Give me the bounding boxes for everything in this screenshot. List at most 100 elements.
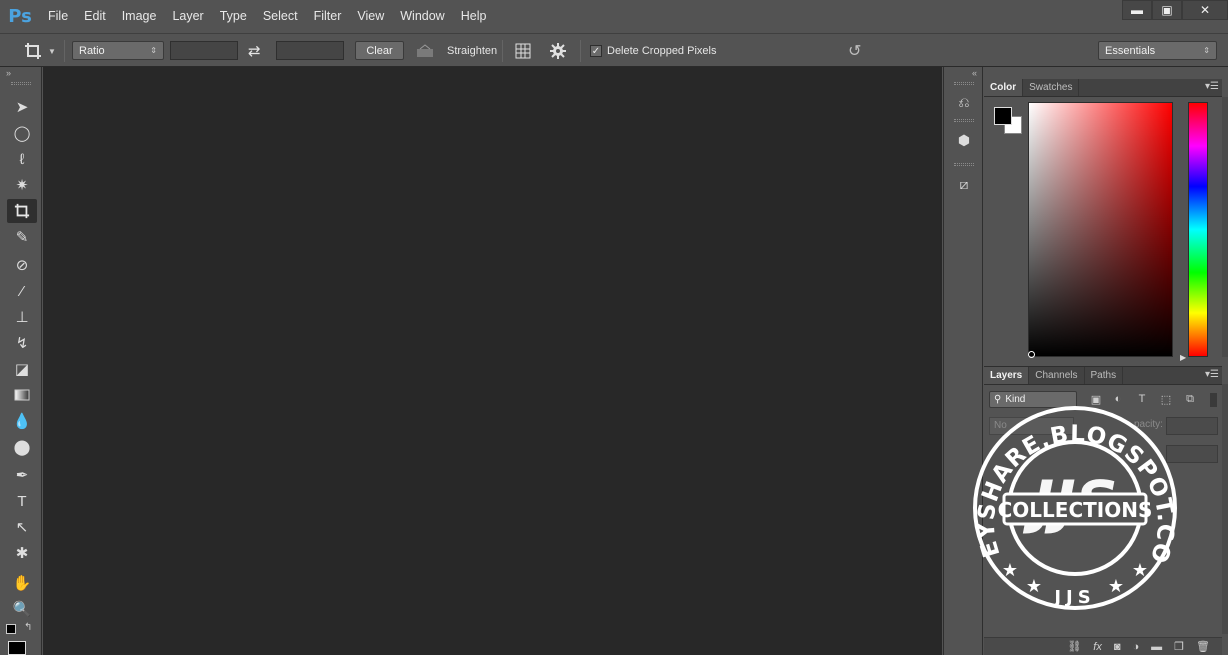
- hue-slider[interactable]: [1188, 102, 1208, 357]
- minimize-button[interactable]: ▬: [1122, 0, 1152, 20]
- lasso-tool-icon[interactable]: ℓ: [7, 147, 37, 171]
- height-input[interactable]: [276, 41, 344, 60]
- trash-icon[interactable]: 🗑: [1196, 640, 1210, 653]
- menu-filter[interactable]: Filter: [306, 0, 350, 33]
- color-panel: Color Swatches ▾☰ ▶: [984, 79, 1222, 364]
- eyedropper-tool-icon[interactable]: ✎: [7, 225, 37, 249]
- history-brush-tool-icon[interactable]: ↯: [7, 331, 37, 355]
- workspace-label: Essentials: [1105, 44, 1156, 57]
- tab-color[interactable]: Color: [984, 79, 1024, 96]
- properties-panel-icon[interactable]: ⬢: [950, 127, 978, 153]
- menu-select[interactable]: Select: [255, 0, 306, 33]
- checkmark-icon: ✓: [590, 45, 602, 57]
- layer-mask-icon[interactable]: ◙: [1114, 641, 1121, 653]
- clear-button[interactable]: Clear: [355, 41, 404, 60]
- zoom-tool-icon[interactable]: 🔍: [7, 597, 37, 621]
- swap-colors-icon[interactable]: ↰: [24, 622, 32, 633]
- eraser-tool-icon[interactable]: ◪: [7, 357, 37, 381]
- delete-cropped-checkbox[interactable]: ✓ Delete Cropped Pixels: [590, 40, 716, 62]
- updown-icon: ⇕: [150, 46, 157, 55]
- watermark-stamp: JOEYSHARE.BLOGSPOT.COM JJS COLLECTIONS J…: [958, 384, 1180, 612]
- color-panel-scrollbar[interactable]: [1222, 97, 1228, 357]
- foreground-color-swatch[interactable]: [994, 107, 1012, 125]
- tab-layers[interactable]: Layers: [984, 367, 1030, 384]
- history-panel-icon[interactable]: ⎌: [950, 89, 978, 115]
- expand-icon[interactable]: »: [6, 68, 11, 78]
- divider: [502, 40, 503, 62]
- fx-icon[interactable]: fx: [1093, 641, 1102, 653]
- straighten-icon[interactable]: [416, 40, 434, 62]
- panel-grip[interactable]: [954, 119, 974, 122]
- menu-view[interactable]: View: [349, 0, 392, 33]
- photoshop-logo: Ps: [8, 6, 32, 27]
- info-panel-icon[interactable]: ⧄: [950, 171, 978, 197]
- link-layers-icon[interactable]: ⛓: [1067, 640, 1081, 653]
- blur-tool-icon[interactable]: 💧: [7, 409, 37, 433]
- adjustment-layer-icon[interactable]: ◑: [1133, 641, 1140, 653]
- collapse-icon[interactable]: «: [972, 68, 977, 78]
- color-spectrum-field[interactable]: [1028, 102, 1173, 357]
- panel-grip[interactable]: [11, 82, 31, 85]
- reset-icon[interactable]: ↺: [848, 40, 861, 62]
- menu-type[interactable]: Type: [212, 0, 255, 33]
- hue-slider-handle-icon[interactable]: ▶: [1180, 353, 1186, 362]
- tab-paths[interactable]: Paths: [1085, 367, 1124, 384]
- swap-icon[interactable]: ⇄: [248, 40, 261, 62]
- custom-shape-tool-icon[interactable]: ✱: [7, 541, 37, 565]
- panel-menu-icon[interactable]: ▾☰: [1205, 369, 1219, 380]
- filter-toggle[interactable]: [1210, 393, 1217, 407]
- pen-tool-icon[interactable]: ✒: [7, 463, 37, 487]
- new-layer-icon[interactable]: ❐: [1174, 640, 1184, 653]
- menu-layer[interactable]: Layer: [164, 0, 211, 33]
- menu-file[interactable]: File: [40, 0, 76, 33]
- move-tool-icon[interactable]: ➤: [7, 95, 37, 119]
- tools-panel: » ➤ ◯ ℓ ✷ ✎ ⊘ ⁄ ⊥ ↯ ◪ 💧 ⬤ ✒ T ↖ ✱ ✋ 🔍 ↰: [0, 67, 42, 655]
- layers-footer-toolbar: ⛓ fx ◙ ◑ ▬ ❐ 🗑: [984, 637, 1222, 655]
- menu-image[interactable]: Image: [114, 0, 165, 33]
- close-button[interactable]: ✕: [1182, 0, 1228, 20]
- foreground-color-swatch[interactable]: [8, 641, 26, 655]
- delete-cropped-label: Delete Cropped Pixels: [607, 45, 717, 57]
- maximize-button[interactable]: ▣: [1152, 0, 1182, 20]
- menu-help[interactable]: Help: [453, 0, 495, 33]
- dodge-tool-icon[interactable]: ⬤: [7, 435, 37, 459]
- divider: [64, 40, 65, 62]
- clone-stamp-tool-icon[interactable]: ⊥: [7, 305, 37, 329]
- hand-tool-icon[interactable]: ✋: [7, 571, 37, 595]
- gradient-tool-icon[interactable]: [7, 383, 37, 407]
- gear-icon[interactable]: [549, 40, 567, 62]
- panel-menu-icon[interactable]: ▾☰: [1205, 81, 1219, 92]
- panel-grip[interactable]: [954, 82, 974, 85]
- crop-tool-icon[interactable]: [7, 199, 37, 223]
- tab-channels[interactable]: Channels: [1029, 367, 1085, 384]
- width-input[interactable]: [170, 41, 238, 60]
- healing-brush-tool-icon[interactable]: ⊘: [7, 253, 37, 277]
- new-group-icon[interactable]: ▬: [1151, 641, 1162, 653]
- document-canvas-area[interactable]: [43, 67, 942, 655]
- ratio-dropdown[interactable]: Ratio ⇕: [72, 41, 164, 60]
- watermark-banner-text: COLLECTIONS: [998, 498, 1153, 522]
- divider: [580, 40, 581, 62]
- crop-tool-preset-icon[interactable]: ▼: [24, 40, 56, 62]
- menu-edit[interactable]: Edit: [76, 0, 114, 33]
- color-picker-marker[interactable]: [1028, 351, 1035, 358]
- ratio-label: Ratio: [79, 44, 105, 57]
- default-colors-icon[interactable]: [6, 624, 16, 634]
- menu-window[interactable]: Window: [392, 0, 452, 33]
- grid-overlay-icon[interactable]: [514, 40, 532, 62]
- path-selection-tool-icon[interactable]: ↖: [7, 515, 37, 539]
- options-bar: ▼ Ratio ⇕ ⇄ Clear Straighten ✓ Delete Cr…: [0, 33, 1228, 67]
- svg-text:★: ★: [1132, 560, 1148, 581]
- type-tool-icon[interactable]: T: [7, 489, 37, 513]
- panel-grip[interactable]: [954, 163, 974, 166]
- tab-swatches[interactable]: Swatches: [1023, 79, 1080, 96]
- layers-panel-scrollbar[interactable]: [1222, 384, 1228, 634]
- watermark-bottom-text: JJS: [1052, 587, 1095, 608]
- brush-tool-icon[interactable]: ⁄: [7, 279, 37, 303]
- magic-wand-tool-icon[interactable]: ✷: [7, 173, 37, 197]
- filter-smart-object-icon[interactable]: ⧉: [1182, 391, 1198, 407]
- marquee-tool-icon[interactable]: ◯: [7, 121, 37, 145]
- workspace-dropdown[interactable]: Essentials ⇕: [1098, 41, 1217, 60]
- straighten-label[interactable]: Straighten: [447, 40, 497, 62]
- main-menu: File Edit Image Layer Type Select Filter…: [40, 0, 494, 33]
